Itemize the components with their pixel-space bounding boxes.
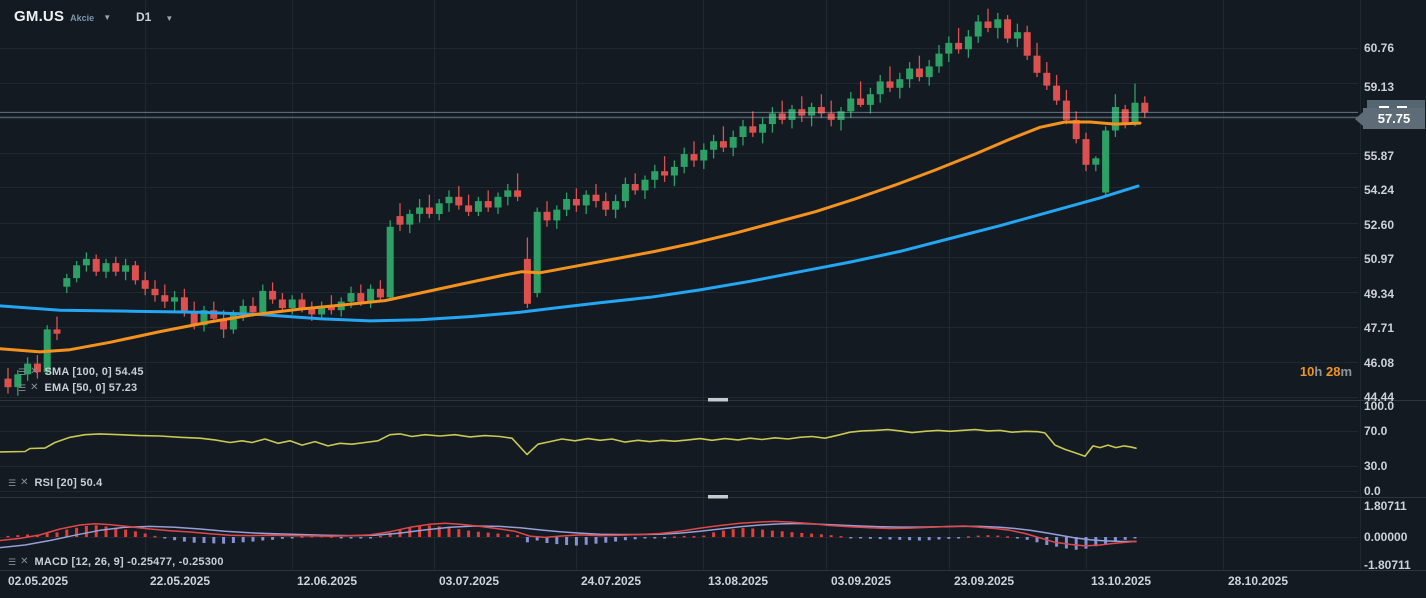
trading-chart-window: GM.US Akcie ▼ D1 ▼ ☰ ✕ SMA [100, 0] 54.4… <box>0 0 1426 598</box>
indicator-legend-sma[interactable]: ☰ ✕ SMA [100, 0] 54.45 <box>18 366 144 378</box>
pane-resize-handle[interactable] <box>708 495 728 499</box>
indicator-settings-icon[interactable]: ☰ <box>8 557 16 567</box>
indicator-settings-icon[interactable]: ☰ <box>18 367 26 377</box>
timeframe-selector[interactable]: D1 ▼ <box>136 10 173 24</box>
price-tick-label: 52.60 <box>1364 218 1394 232</box>
macd-tick-label: 0.00000 <box>1364 530 1407 544</box>
symbol-name: GM.US <box>14 8 64 25</box>
ema-legend-label: EMA [50, 0] 57.23 <box>44 382 137 394</box>
date-tick-label: 03.07.2025 <box>439 574 499 588</box>
date-tick-label: 12.06.2025 <box>297 574 357 588</box>
price-tick-label: 55.87 <box>1364 149 1394 163</box>
price-tick-label: 47.71 <box>1364 321 1394 335</box>
chart-canvas[interactable] <box>0 0 1426 598</box>
date-tick-label: 13.08.2025 <box>708 574 768 588</box>
chevron-down-icon: ▼ <box>103 13 111 22</box>
pane-resize-handle[interactable] <box>708 398 728 402</box>
rsi-tick-label: 30.0 <box>1364 459 1387 473</box>
date-tick-label: 24.07.2025 <box>581 574 641 588</box>
rsi-tick-label: 0.0 <box>1364 484 1381 498</box>
instrument-type-label: Akcie <box>70 13 94 23</box>
remove-indicator-icon[interactable]: ✕ <box>20 478 28 488</box>
macd-legend-label: MACD [12, 26, 9] -0.25477, -0.25300 <box>34 556 223 568</box>
indicator-settings-icon[interactable]: ☰ <box>8 478 16 488</box>
remove-indicator-icon[interactable]: ✕ <box>30 383 38 393</box>
price-tick-label: 60.76 <box>1364 41 1394 55</box>
timeframe-label: D1 <box>136 10 151 24</box>
rsi-legend-label: RSI [20] 50.4 <box>34 477 102 489</box>
date-tick-label: 03.09.2025 <box>831 574 891 588</box>
remove-indicator-icon[interactable]: ✕ <box>20 557 28 567</box>
symbol-selector[interactable]: GM.US Akcie ▼ <box>14 8 111 25</box>
date-tick-label: 13.10.2025 <box>1091 574 1151 588</box>
sma-legend-label: SMA [100, 0] 54.45 <box>44 366 143 378</box>
current-price-value: 57.75 <box>1378 111 1411 126</box>
candle-countdown: 10h 28m <box>1300 364 1352 379</box>
macd-tick-label: -1.80711 <box>1364 558 1411 572</box>
indicator-settings-icon[interactable]: ☰ <box>18 383 26 393</box>
date-tick-label: 28.10.2025 <box>1228 574 1288 588</box>
indicator-legend-ema[interactable]: ☰ ✕ EMA [50, 0] 57.23 <box>18 382 137 394</box>
current-price-tag: 57.75 <box>1363 108 1425 129</box>
date-tick-label: 22.05.2025 <box>150 574 210 588</box>
indicator-legend-macd[interactable]: ☰ ✕ MACD [12, 26, 9] -0.25477, -0.25300 <box>8 556 224 568</box>
price-tick-label: 49.34 <box>1364 287 1394 301</box>
chevron-down-icon: ▼ <box>165 14 173 23</box>
date-tick-label: 23.09.2025 <box>954 574 1014 588</box>
indicator-legend-rsi[interactable]: ☰ ✕ RSI [20] 50.4 <box>8 477 103 489</box>
remove-indicator-icon[interactable]: ✕ <box>30 367 38 377</box>
macd-tick-label: 1.80711 <box>1364 499 1407 513</box>
price-tick-label: 46.08 <box>1364 356 1394 370</box>
price-tick-label: 59.13 <box>1364 80 1394 94</box>
date-tick-label: 02.05.2025 <box>8 574 68 588</box>
price-tick-label: 50.97 <box>1364 252 1394 266</box>
rsi-tick-label: 70.0 <box>1364 424 1387 438</box>
rsi-tick-label: 100.0 <box>1364 399 1394 413</box>
price-tick-label: 54.24 <box>1364 183 1394 197</box>
